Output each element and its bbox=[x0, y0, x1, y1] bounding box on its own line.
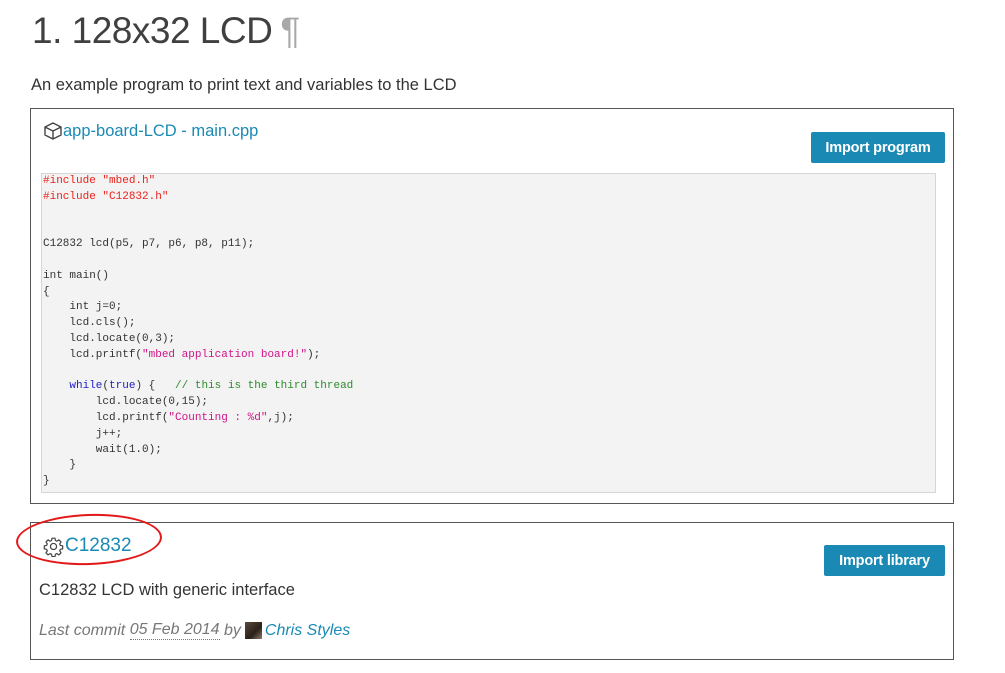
code-token: lcd.cls(); bbox=[43, 317, 136, 330]
code-line: } bbox=[42, 474, 935, 490]
code-token: { bbox=[43, 285, 50, 298]
code-line: lcd.printf("mbed application board!"); bbox=[42, 348, 935, 364]
code-token: // this is the third thread bbox=[175, 380, 354, 393]
import-program-button[interactable]: Import program bbox=[811, 132, 945, 163]
code-token: } bbox=[43, 475, 50, 488]
commit-by: by bbox=[219, 621, 241, 639]
code-line: #include "mbed.h" bbox=[42, 174, 935, 190]
section-title: 1. 128x32 LCD bbox=[32, 10, 273, 51]
library-panel: C12832 Import library C12832 LCD with ge… bbox=[30, 522, 954, 660]
code-token: lcd.printf( bbox=[43, 348, 143, 361]
program-link[interactable]: app-board-LCD - main.cpp bbox=[63, 122, 258, 141]
last-commit-info: Last commit 05 Feb 2014 by Chris Styles bbox=[39, 621, 350, 640]
code-line: C12832 lcd(p5, p7, p6, p8, p11); bbox=[42, 237, 935, 253]
code-line: lcd.locate(0,15); bbox=[42, 395, 935, 411]
code-token: j++; bbox=[43, 427, 123, 440]
code-token: true bbox=[109, 380, 136, 393]
box-icon bbox=[43, 121, 63, 141]
code-token: C12832 lcd(p5, p7, p6, p8, p11); bbox=[43, 238, 255, 251]
code-token: lcd.printf( bbox=[43, 411, 169, 424]
code-token: lcd.locate(0,3); bbox=[43, 332, 176, 345]
code-token: #include "mbed.h" bbox=[43, 175, 156, 187]
code-block: #include "mbed.h" #include "C12832.h" C12… bbox=[41, 173, 936, 493]
code-token: ) { bbox=[135, 380, 176, 393]
code-line: { bbox=[42, 285, 935, 301]
library-description: C12832 LCD with generic interface bbox=[39, 581, 295, 599]
author-link[interactable]: Chris Styles bbox=[265, 622, 350, 640]
avatar bbox=[244, 622, 262, 639]
code-line: int main() bbox=[42, 269, 935, 285]
import-library-button[interactable]: Import library bbox=[824, 545, 945, 576]
code-token: int main() bbox=[43, 269, 110, 282]
code-line: lcd.locate(0,3); bbox=[42, 332, 935, 348]
code-line: lcd.cls(); bbox=[42, 316, 935, 332]
code-token: ,j); bbox=[267, 411, 294, 424]
intro-text: An example program to print text and var… bbox=[31, 76, 457, 94]
code-line: while(true) { // this is the third threa… bbox=[42, 379, 935, 395]
code-token: wait(1.0); bbox=[43, 443, 162, 456]
code-line: lcd.printf("Counting : %d",j); bbox=[42, 411, 935, 427]
code-token: lcd.locate(0,15); bbox=[43, 396, 209, 409]
code-token: "mbed application board!" bbox=[142, 348, 308, 361]
section-heading: 1. 128x32 LCD ¶ bbox=[32, 10, 300, 52]
program-title-row: app-board-LCD - main.cpp bbox=[43, 121, 258, 141]
code-token: while bbox=[69, 380, 103, 393]
code-token: } bbox=[43, 459, 77, 472]
program-panel: app-board-LCD - main.cpp Import program … bbox=[30, 108, 954, 504]
code-token: ); bbox=[307, 348, 321, 361]
commit-date: 05 Feb 2014 bbox=[129, 621, 220, 640]
code-line: #include "C12832.h" bbox=[42, 190, 935, 206]
code-line: j++; bbox=[42, 427, 935, 443]
code-token: "Counting : %d" bbox=[168, 411, 268, 424]
permalink-anchor[interactable]: ¶ bbox=[280, 10, 300, 51]
code-line: } bbox=[42, 458, 935, 474]
code-line: wait(1.0); bbox=[42, 443, 935, 459]
code-line: int j=0; bbox=[42, 300, 935, 316]
commit-prefix: Last commit bbox=[39, 621, 130, 639]
code-token: int j=0; bbox=[43, 301, 123, 314]
code-token: #include "C12832.h" bbox=[43, 190, 169, 203]
